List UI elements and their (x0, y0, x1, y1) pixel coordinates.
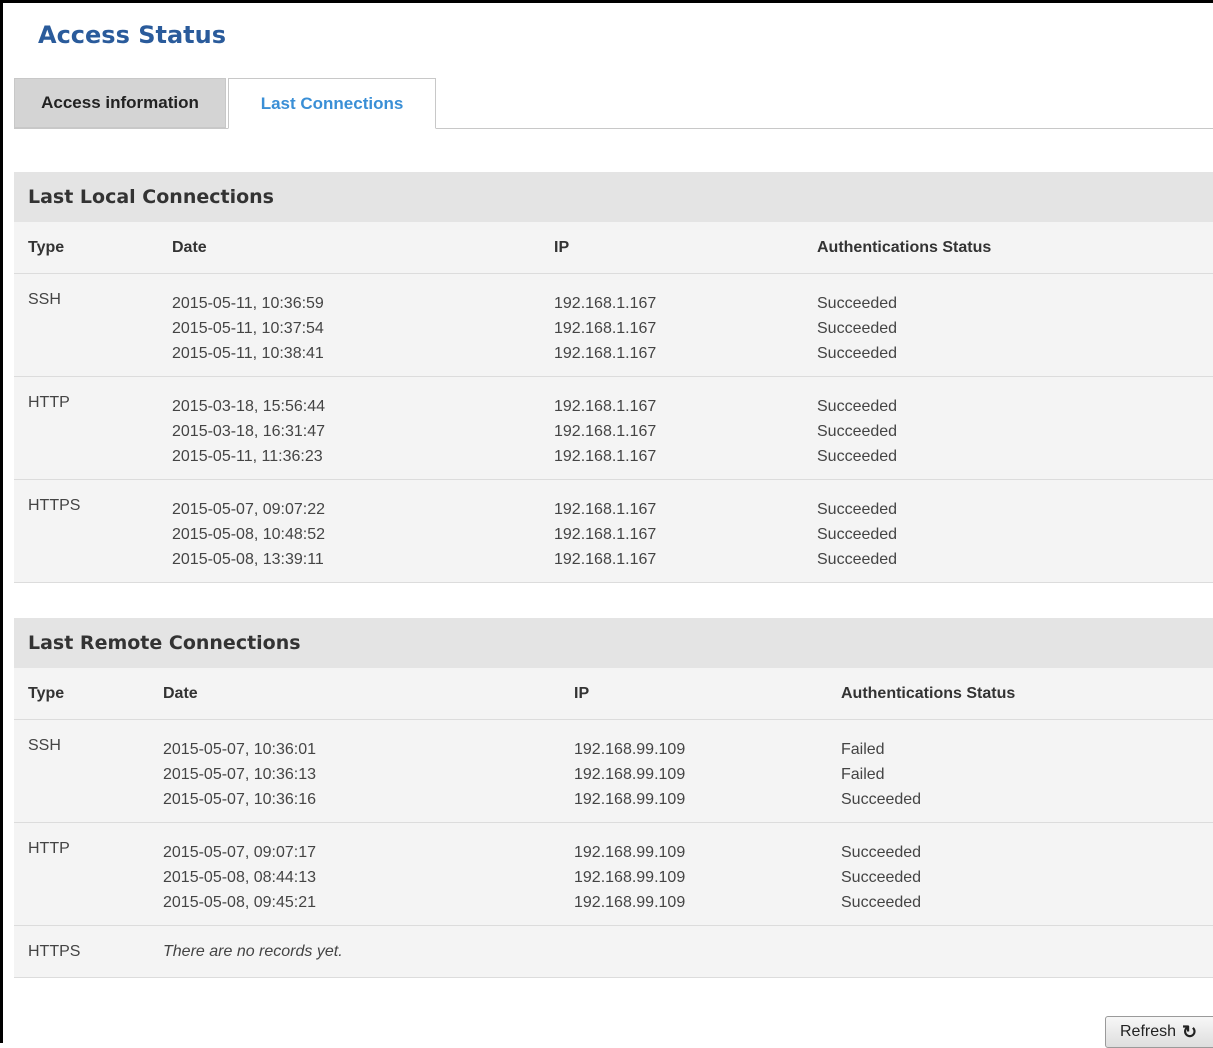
connection-dates: 2015-05-07, 10:36:01 2015-05-07, 10:36:1… (163, 741, 317, 808)
tab-last-connections[interactable]: Last Connections (228, 78, 436, 129)
column-ip: IP (574, 685, 590, 702)
connection-type: SSH (28, 737, 61, 754)
connection-statuses: Succeeded Succeeded Succeeded (841, 844, 922, 911)
tab-bar: Access information Last Connections (14, 78, 1213, 129)
connection-type: HTTPS (28, 497, 81, 514)
column-type: Type (28, 239, 65, 256)
column-date: Date (172, 239, 207, 256)
connection-statuses: Failed Failed Succeeded (841, 741, 922, 808)
connection-ips: 192.168.1.167 192.168.1.167 192.168.1.16… (554, 501, 657, 568)
connection-type: HTTPS (28, 943, 81, 960)
table-row: HTTP 2015-03-18, 15:56:44 2015-03-18, 16… (14, 377, 1213, 480)
section-title: Last Remote Connections (14, 618, 1213, 668)
connection-type: SSH (28, 291, 61, 308)
refresh-button[interactable]: Refresh ↻ (1105, 1016, 1213, 1048)
connection-dates: 2015-03-18, 15:56:44 2015-03-18, 16:31:4… (172, 398, 326, 465)
section-title: Last Local Connections (14, 172, 1213, 222)
local-connections-section: Last Local Connections Type Date IP Auth… (14, 172, 1213, 583)
no-records-message: There are no records yet. (163, 943, 343, 960)
connection-ips: 192.168.99.109 192.168.99.109 192.168.99… (574, 844, 686, 911)
connection-ips: 192.168.1.167 192.168.1.167 192.168.1.16… (554, 398, 657, 465)
remote-connections-section: Last Remote Connections Type Date IP Aut… (14, 618, 1213, 978)
connection-ips: 192.168.99.109 192.168.99.109 192.168.99… (574, 741, 686, 808)
table-header: Type Date IP Authentications Status (14, 222, 1213, 274)
column-date: Date (163, 685, 198, 702)
table-row: HTTPS There are no records yet. (14, 926, 1213, 978)
refresh-label: Refresh (1120, 1023, 1177, 1040)
connection-statuses: Succeeded Succeeded Succeeded (817, 398, 898, 465)
column-type: Type (28, 685, 65, 702)
table-row: SSH 2015-05-11, 10:36:59 2015-05-11, 10:… (14, 274, 1213, 377)
column-ip: IP (554, 239, 570, 256)
column-status: Authentications Status (817, 239, 992, 256)
page-title: Access Status (38, 21, 227, 49)
connection-type: HTTP (28, 394, 70, 411)
refresh-icon: ↻ (1182, 1021, 1198, 1042)
column-status: Authentications Status (841, 685, 1016, 702)
connection-statuses: Succeeded Succeeded Succeeded (817, 501, 898, 568)
connection-dates: 2015-05-07, 09:07:17 2015-05-08, 08:44:1… (163, 844, 317, 911)
table-row: SSH 2015-05-07, 10:36:01 2015-05-07, 10:… (14, 720, 1213, 823)
connection-type: HTTP (28, 840, 70, 857)
table-row: HTTPS 2015-05-07, 09:07:22 2015-05-08, 1… (14, 480, 1213, 583)
connection-dates: 2015-05-11, 10:36:59 2015-05-11, 10:37:5… (172, 295, 324, 362)
connection-dates: 2015-05-07, 09:07:22 2015-05-08, 10:48:5… (172, 501, 326, 568)
table-header: Type Date IP Authentications Status (14, 668, 1213, 720)
connection-ips: 192.168.1.167 192.168.1.167 192.168.1.16… (554, 295, 657, 362)
table-row: HTTP 2015-05-07, 09:07:17 2015-05-08, 08… (14, 823, 1213, 926)
connection-statuses: Succeeded Succeeded Succeeded (817, 295, 898, 362)
tab-access-information[interactable]: Access information (14, 78, 226, 128)
